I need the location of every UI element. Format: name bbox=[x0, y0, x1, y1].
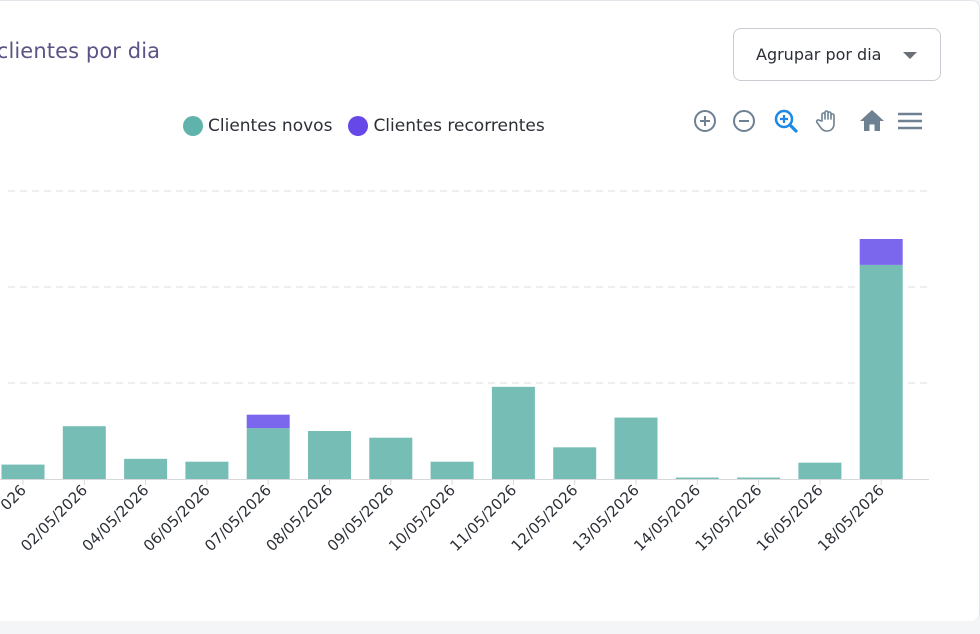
bar-clientes-novos[interactable] bbox=[185, 461, 229, 479]
x-tick-label: 18/05/2026 bbox=[814, 481, 888, 555]
bar-clientes-novos[interactable] bbox=[675, 477, 719, 479]
bar-clientes-novos[interactable] bbox=[124, 458, 168, 479]
bar-clientes-novos[interactable] bbox=[859, 264, 903, 479]
bar-clientes-novos[interactable] bbox=[737, 477, 781, 479]
bar-clientes-novos[interactable] bbox=[308, 431, 351, 479]
grid-layer bbox=[8, 190, 929, 384]
x-tick-label: 026 bbox=[0, 481, 30, 514]
bar-clientes-recorrentes[interactable] bbox=[859, 239, 903, 265]
x-axis: 02602/05/202604/05/202606/05/202607/05/2… bbox=[0, 479, 929, 555]
chart-card: e clientes por dia Agrupar por dia Clien… bbox=[0, 0, 980, 621]
bar-clientes-novos[interactable] bbox=[798, 462, 842, 479]
bar-clientes-recorrentes[interactable] bbox=[246, 414, 290, 429]
bar-clientes-novos[interactable] bbox=[246, 428, 290, 479]
bar-clientes-novos[interactable] bbox=[1, 464, 45, 479]
bar-clientes-novos[interactable] bbox=[491, 386, 535, 479]
bar-clientes-novos[interactable] bbox=[62, 426, 106, 479]
bar-chart: 02602/05/202604/05/202606/05/202607/05/2… bbox=[0, 190, 929, 555]
bar-clientes-novos[interactable] bbox=[430, 461, 474, 479]
bar-clientes-novos[interactable] bbox=[553, 447, 597, 479]
bar-clientes-novos[interactable] bbox=[369, 437, 413, 479]
bar-layer bbox=[1, 239, 903, 479]
bar-clientes-novos[interactable] bbox=[614, 417, 658, 479]
